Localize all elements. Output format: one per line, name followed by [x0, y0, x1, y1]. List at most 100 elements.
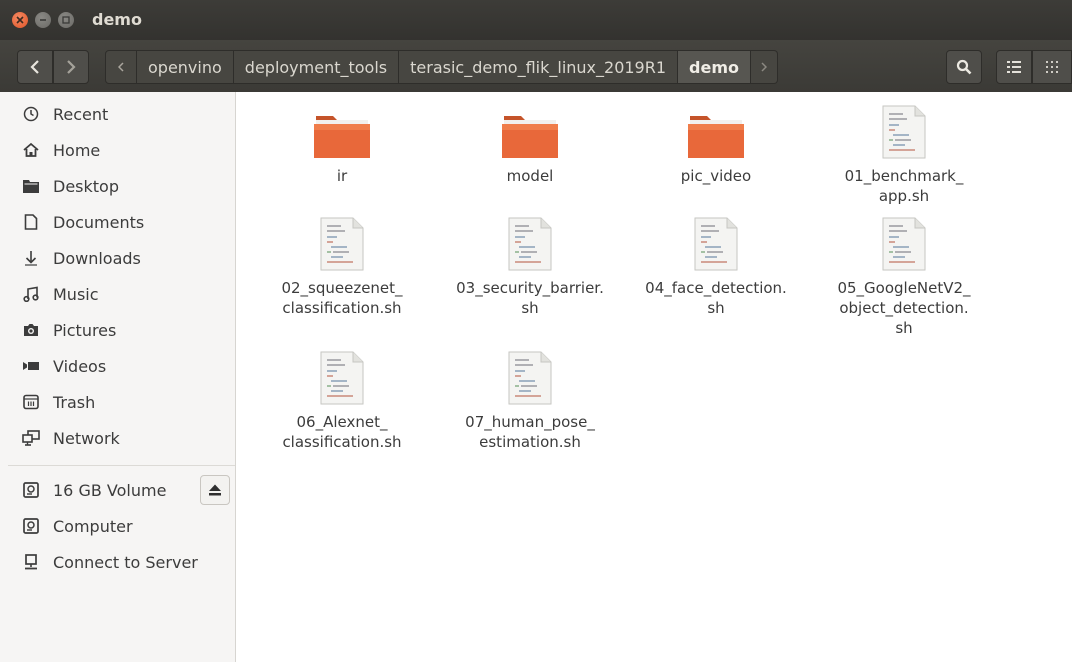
- sidebar-item-connect-to-server[interactable]: Connect to Server: [0, 544, 235, 580]
- file-name: pic_video: [680, 167, 752, 185]
- music-icon: [22, 285, 40, 303]
- file-item-06-alexnet[interactable]: 06_Alexnet_ classification.sh: [247, 348, 437, 452]
- chevron-left-icon: [30, 60, 39, 74]
- sidebar-item-network[interactable]: Network: [0, 420, 235, 456]
- sidebar-item-label: Music: [53, 284, 99, 304]
- chevron-right-icon: [67, 60, 76, 74]
- sidebar-item-downloads[interactable]: Downloads: [0, 240, 235, 276]
- search-button[interactable]: [946, 50, 982, 84]
- sidebar-item-label: Trash: [53, 392, 96, 412]
- drive-icon: [22, 481, 40, 499]
- script-file-icon: [319, 348, 365, 406]
- toolbar: openvino deployment_tools terasic_demo_f…: [0, 40, 1072, 92]
- script-file-icon: [881, 214, 927, 272]
- sidebar-item-recent[interactable]: Recent: [0, 96, 235, 132]
- folder-item-model[interactable]: model: [435, 102, 625, 186]
- sidebar-item-videos[interactable]: Videos: [0, 348, 235, 384]
- file-name: 03_security_barrier. sh: [456, 279, 604, 317]
- file-grid: ir model pic_video 01_benchmark_ app.sh: [237, 92, 1072, 662]
- sidebar-item-label: Downloads: [53, 248, 141, 268]
- script-file-icon: [881, 102, 927, 160]
- eject-icon: [209, 484, 221, 496]
- close-window-button[interactable]: [12, 12, 28, 28]
- sidebar-item-label: Desktop: [53, 176, 119, 196]
- folder-item-ir[interactable]: ir: [247, 102, 437, 186]
- sidebar: Recent Home Desktop Documents Downloads: [0, 92, 236, 662]
- close-icon: [16, 16, 24, 24]
- script-file-icon: [507, 214, 553, 272]
- file-name: 02_squeezenet_ classification.sh: [281, 279, 403, 317]
- camera-icon: [22, 321, 40, 339]
- search-icon: [956, 59, 972, 75]
- sidebar-item-label: Connect to Server: [53, 552, 198, 572]
- sidebar-separator: [8, 465, 235, 466]
- sidebar-item-documents[interactable]: Documents: [0, 204, 235, 240]
- folder-item-pic-video[interactable]: pic_video: [621, 102, 811, 186]
- sidebar-item-label: Network: [53, 428, 120, 448]
- chevron-left-icon: [118, 62, 124, 72]
- sidebar-item-label: Pictures: [53, 320, 117, 340]
- file-name: 04_face_detection. sh: [645, 279, 787, 317]
- sidebar-item-computer[interactable]: Computer: [0, 508, 235, 544]
- minimize-window-button[interactable]: [35, 12, 51, 28]
- breadcrumb-scroll-right[interactable]: [751, 50, 778, 84]
- trash-icon: [22, 393, 40, 411]
- file-item-04-face-detection[interactable]: 04_face_detection. sh: [621, 214, 811, 318]
- sidebar-item-label: Home: [53, 140, 101, 160]
- video-icon: [22, 357, 40, 375]
- breadcrumb: openvino deployment_tools terasic_demo_f…: [105, 50, 778, 84]
- breadcrumb-openvino[interactable]: openvino: [137, 50, 234, 84]
- server-icon: [22, 553, 40, 571]
- sidebar-item-trash[interactable]: Trash: [0, 384, 235, 420]
- grid-view-button[interactable]: [1032, 50, 1072, 84]
- file-name: 01_benchmark_ app.sh: [844, 167, 964, 205]
- folder-icon: [687, 102, 745, 160]
- sidebar-item-desktop[interactable]: Desktop: [0, 168, 235, 204]
- folder-icon: [313, 102, 371, 160]
- sidebar-item-label: Documents: [53, 212, 145, 232]
- home-icon: [22, 141, 40, 159]
- file-manager-window: demo openvino deployment_tools terasic_d…: [0, 0, 1072, 662]
- desktop-folder-icon: [22, 177, 40, 195]
- script-file-icon: [507, 348, 553, 406]
- sidebar-item-label: Recent: [53, 104, 109, 124]
- forward-button[interactable]: [53, 50, 89, 84]
- sidebar-item-pictures[interactable]: Pictures: [0, 312, 235, 348]
- file-item-01-benchmark[interactable]: 01_benchmark_ app.sh: [809, 102, 999, 206]
- network-icon: [22, 429, 40, 447]
- window-title: demo: [92, 10, 142, 29]
- script-file-icon: [319, 214, 365, 272]
- file-item-02-squeezenet[interactable]: 02_squeezenet_ classification.sh: [247, 214, 437, 318]
- file-name: 05_GoogleNetV2_ object_detection. sh: [837, 279, 971, 337]
- sidebar-item-label: Videos: [53, 356, 107, 376]
- file-name: 06_Alexnet_ classification.sh: [282, 413, 402, 451]
- sidebar-item-label: Computer: [53, 516, 133, 536]
- folder-icon: [501, 102, 559, 160]
- breadcrumb-demo[interactable]: demo: [678, 50, 751, 84]
- script-file-icon: [693, 214, 739, 272]
- file-item-05-googlenetv2[interactable]: 05_GoogleNetV2_ object_detection. sh: [809, 214, 999, 338]
- maximize-icon: [62, 16, 70, 24]
- title-bar: demo: [0, 0, 1072, 40]
- sidebar-item-music[interactable]: Music: [0, 276, 235, 312]
- file-item-07-human-pose[interactable]: 07_human_pose_ estimation.sh: [435, 348, 625, 452]
- file-name: model: [506, 167, 554, 185]
- file-name: ir: [336, 167, 348, 185]
- document-icon: [22, 213, 40, 231]
- drive-icon: [22, 517, 40, 535]
- maximize-window-button[interactable]: [58, 12, 74, 28]
- breadcrumb-deployment-tools[interactable]: deployment_tools: [233, 50, 400, 84]
- breadcrumb-scroll-left[interactable]: [105, 50, 137, 84]
- chevron-right-icon: [761, 62, 767, 72]
- clock-icon: [22, 105, 40, 123]
- back-button[interactable]: [17, 50, 53, 84]
- grid-icon: [1046, 61, 1058, 73]
- sidebar-item-label: 16 GB Volume: [53, 480, 167, 500]
- eject-button[interactable]: [200, 475, 230, 505]
- list-view-button[interactable]: [996, 50, 1032, 84]
- breadcrumb-terasic-demo[interactable]: terasic_demo_flik_linux_2019R1: [399, 50, 679, 84]
- sidebar-item-home[interactable]: Home: [0, 132, 235, 168]
- file-item-03-security-barrier[interactable]: 03_security_barrier. sh: [435, 214, 625, 318]
- minimize-icon: [40, 19, 46, 21]
- file-name: 07_human_pose_ estimation.sh: [465, 413, 595, 451]
